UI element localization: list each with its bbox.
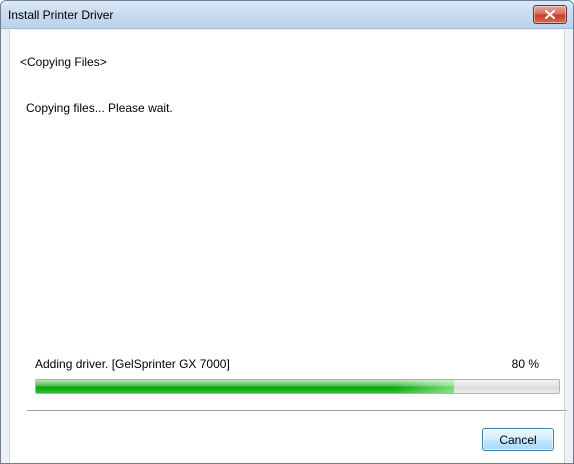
progress-bar-fill <box>36 380 455 393</box>
status-message: Copying files... Please wait. <box>26 101 173 115</box>
progress-percent: 80 % <box>511 357 539 371</box>
progress-bar <box>35 379 560 394</box>
cancel-button[interactable]: Cancel <box>482 428 554 451</box>
separator <box>27 410 567 412</box>
window-title: Install Printer Driver <box>8 8 114 22</box>
dialog-client-area <box>9 30 565 463</box>
title-bar[interactable]: Install Printer Driver <box>1 1 573 29</box>
progress-task-label: Adding driver. [GelSprinter GX 7000] <box>35 357 230 371</box>
close-icon <box>545 10 555 19</box>
install-printer-driver-dialog: Install Printer Driver <Copying Files> C… <box>0 0 574 464</box>
step-heading: <Copying Files> <box>20 55 107 69</box>
close-button[interactable] <box>533 5 567 24</box>
